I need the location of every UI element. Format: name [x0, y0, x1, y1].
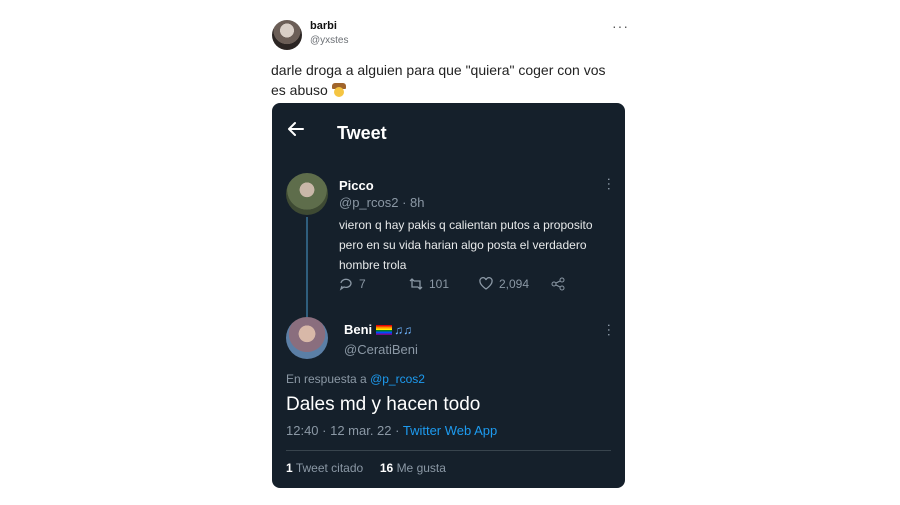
- picco-time: · 8h: [402, 195, 425, 210]
- beni-tweet-text: Dales md y hacen todo: [286, 394, 481, 415]
- reply-count: 7: [359, 277, 366, 291]
- quote-count: 1: [286, 461, 293, 475]
- thread-connector-line: [306, 217, 308, 317]
- like-action[interactable]: 2,094: [479, 277, 529, 291]
- author-name[interactable]: barbi: [310, 20, 337, 32]
- beni-avatar[interactable]: [286, 317, 328, 359]
- picco-avatar[interactable]: [286, 173, 328, 215]
- tweet-text-line1: darle droga a alguien para que "quiera" …: [271, 62, 606, 78]
- reply-action[interactable]: 7: [339, 277, 366, 291]
- page-title: Tweet: [337, 123, 387, 143]
- music-notes-icon: ♫♫: [394, 323, 413, 337]
- beni-more-icon[interactable]: ···: [602, 323, 618, 337]
- client-link[interactable]: Twitter Web App: [403, 423, 497, 438]
- tweet-meta: 12:40 · 12 mar. 22 · Twitter Web App: [286, 423, 497, 438]
- reply-to-link[interactable]: @p_rcos2: [370, 372, 425, 386]
- retweet-action[interactable]: 101: [409, 277, 449, 291]
- like-stat-count: 16: [379, 461, 394, 475]
- picco-handle-time: @p_rcos2 · 8h: [339, 195, 424, 210]
- author-handle[interactable]: @yxstes: [310, 35, 349, 46]
- reply-context: En respuesta a @p_rcos2: [286, 372, 425, 386]
- engagement-stats: 1 Tweet citado 16 Me gusta: [286, 461, 446, 475]
- tweet-text: darle droga a alguien para que "quiera" …: [271, 60, 631, 100]
- quote-stat[interactable]: 1 Tweet citado: [286, 461, 363, 475]
- page: barbi @yxstes ··· darle droga a alguien …: [0, 0, 900, 505]
- like-stat[interactable]: 16 Me gusta: [380, 461, 446, 475]
- retweet-icon: [409, 278, 423, 290]
- beni-handle[interactable]: @CeratiBeni: [344, 342, 418, 357]
- quote-label: Tweet citado: [295, 461, 364, 475]
- author-avatar[interactable]: [272, 20, 302, 50]
- cowboy-face-icon: [331, 83, 346, 97]
- beni-name: Beni: [344, 322, 373, 337]
- share-icon: [551, 277, 565, 291]
- tweet-header: Tweet: [272, 103, 625, 158]
- like-stat-label: Me gusta: [396, 461, 446, 475]
- embedded-screenshot-card[interactable]: Tweet Picco @p_rcos2 · 8h ··· vieron q h…: [272, 103, 625, 488]
- more-options-icon[interactable]: ···: [612, 18, 629, 34]
- picco-handle[interactable]: @p_rcos2: [339, 195, 398, 210]
- reply-prefix: En respuesta a: [286, 372, 367, 386]
- share-action[interactable]: [551, 277, 565, 291]
- heart-icon: [479, 277, 493, 290]
- picco-name[interactable]: Picco: [339, 178, 374, 193]
- divider: [286, 450, 611, 451]
- picco-actions: 7 101 2,094: [339, 277, 599, 295]
- reply-icon: [339, 278, 352, 291]
- picco-tweet-text: vieron q hay pakis q calientan putos a p…: [339, 218, 593, 272]
- beni-name-row[interactable]: Beni ♫♫: [344, 322, 412, 337]
- like-count: 2,094: [499, 277, 530, 291]
- retweet-count: 101: [429, 277, 450, 291]
- picco-more-icon[interactable]: ···: [602, 177, 618, 191]
- timestamp[interactable]: 12:40 · 12 mar. 22 ·: [286, 423, 399, 438]
- tweet-text-line2: es abuso: [271, 82, 328, 98]
- back-arrow-icon[interactable]: [287, 120, 305, 138]
- rainbow-flag-icon: [376, 325, 393, 335]
